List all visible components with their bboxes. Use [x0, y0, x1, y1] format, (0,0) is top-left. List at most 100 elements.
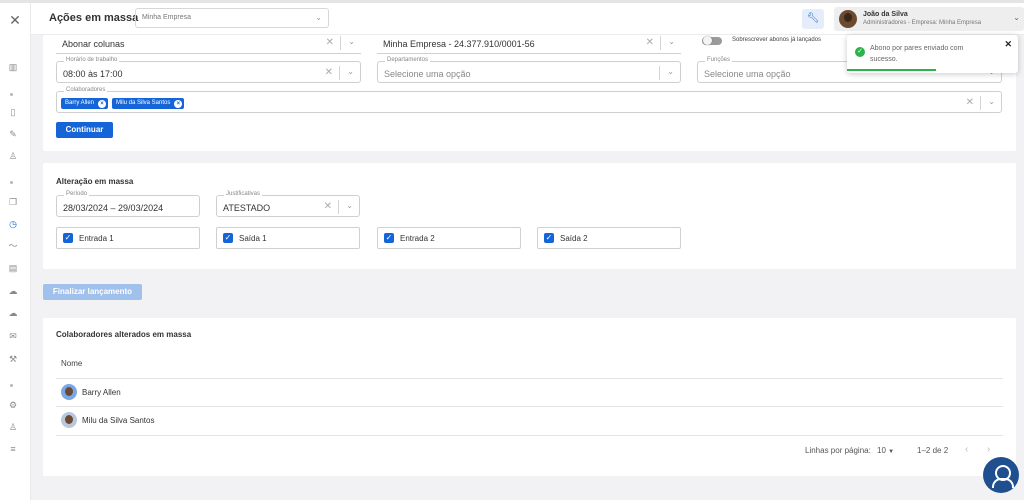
checkbox-saida-1[interactable]: ✓ Saída 1 — [216, 227, 360, 249]
caret-down-icon: ▼ — [888, 449, 895, 455]
table-divider — [56, 378, 1003, 379]
pagination-range: 1–2 de 2 — [917, 446, 949, 455]
chip-remove-icon[interactable]: × — [174, 100, 183, 108]
copy-icon[interactable]: ❐ — [6, 196, 20, 208]
table-divider — [56, 406, 1003, 407]
select-separator — [340, 36, 341, 50]
company-select-value: Minha Empresa — [142, 14, 192, 21]
wrench-icon: 🔧︎ — [806, 13, 820, 24]
cloud-download-icon[interactable]: ☁ — [6, 307, 20, 319]
abonar-value: Abonar colunas — [62, 39, 125, 49]
avatar — [839, 10, 857, 28]
continuar-button[interactable]: Continuar — [56, 122, 113, 138]
abonar-select[interactable]: Abonar colunas ✕ ⌄ — [56, 32, 361, 54]
sidebar-separator-dot — [10, 93, 13, 96]
periodo-label: Período — [64, 191, 90, 197]
checkbox-checked-icon: ✓ — [544, 233, 554, 243]
chevron-left-icon[interactable]: ‹ — [965, 444, 968, 455]
user-role: Administradores - Empresa: Minha Empresa — [863, 20, 982, 26]
toast-message: Abono por pares enviado com sucesso. — [870, 45, 964, 63]
funcoes-placeholder: Selecione uma opção — [704, 69, 791, 79]
clock-icon[interactable]: ◷ — [6, 218, 20, 230]
chip-label: Milu da Silva Santos — [116, 100, 171, 106]
checkbox-checked-icon: ✓ — [223, 233, 233, 243]
sobrescrever-label: Sobrescrever abonos já lançados — [732, 37, 822, 43]
user-icon[interactable]: ♙ — [6, 150, 20, 162]
pen-icon[interactable]: ✎ — [6, 128, 20, 140]
chip-label: Barry Allen — [65, 100, 95, 106]
clear-icon[interactable]: ✕ — [325, 67, 333, 78]
departamentos-label: Departamentos — [385, 57, 431, 63]
checkbox-label: Entrada 1 — [79, 234, 114, 243]
chevron-down-icon: ⌄ — [1013, 13, 1020, 22]
checkbox-label: Entrada 2 — [400, 234, 435, 243]
chevron-right-icon[interactable]: › — [987, 444, 990, 455]
mail-icon[interactable]: ✉ — [6, 330, 20, 342]
success-toast: ✓ Abono por pares enviado com sucesso. ✕ — [847, 35, 1018, 73]
column-header-nome[interactable]: Nome — [61, 359, 82, 368]
checkbox-saida-2[interactable]: ✓ Saída 2 — [537, 227, 681, 249]
rows-per-page-select[interactable]: 10 ▼ — [877, 446, 894, 455]
gear-icon[interactable]: ⚙ — [6, 399, 20, 411]
empresa-select[interactable]: Minha Empresa - 24.377.910/0001-56 ✕ ⌄ — [377, 32, 681, 54]
chevron-down-icon: ⌄ — [315, 13, 322, 22]
departamentos-select[interactable]: Departamentos Selecione uma opção ⌄ — [377, 57, 681, 83]
chevron-down-icon[interactable]: ⌄ — [346, 201, 353, 210]
chip-remove-icon[interactable]: × — [98, 100, 107, 108]
close-icon[interactable]: ✕ — [1004, 39, 1012, 50]
wrench-icon[interactable]: ⚒ — [6, 353, 20, 365]
chart-icon[interactable]: ▥ — [6, 61, 20, 73]
chevron-down-icon[interactable]: ⌄ — [347, 67, 354, 76]
close-icon[interactable]: ✕ — [7, 12, 23, 28]
toast-progress-bar — [847, 69, 936, 71]
checkbox-label: Saída 1 — [239, 234, 267, 243]
document-icon[interactable]: ▯ — [6, 106, 20, 118]
sidebar: ✕ ▥ ▯ ✎ ♙ ❐ ◷ 〜 ▤ ☁ ☁ ✉ ⚒ ⚙ ♙ ≡ — [0, 3, 31, 500]
periodo-value: 28/03/2024 – 29/03/2024 — [63, 203, 164, 213]
horario-value: 08:00 às 17:00 — [63, 69, 123, 79]
sidebar-separator-dot — [10, 181, 13, 184]
chevron-down-icon[interactable]: ⌄ — [668, 37, 675, 46]
page-title: Ações em massa — [49, 12, 139, 24]
colaboradores-select[interactable]: Colaboradores Barry Allen × Milu da Silv… — [56, 87, 1002, 113]
checkbox-label: Saída 2 — [560, 234, 588, 243]
checkbox-checked-icon: ✓ — [384, 233, 394, 243]
user-menu[interactable]: João da Silva Administradores - Empresa:… — [834, 7, 1024, 31]
clear-icon[interactable]: ✕ — [326, 37, 334, 48]
finalizar-button[interactable]: Finalizar lançamento — [43, 284, 142, 300]
select-separator — [980, 96, 981, 110]
clear-icon[interactable]: ✕ — [966, 97, 974, 108]
table-title: Colaboradores alterados em massa — [56, 330, 192, 339]
checkbox-entrada-1[interactable]: ✓ Entrada 1 — [56, 227, 200, 249]
cloud-upload-icon[interactable]: ☁ — [6, 285, 20, 297]
table-divider — [56, 435, 1003, 436]
trend-icon[interactable]: 〜 — [6, 240, 20, 252]
chevron-down-icon[interactable]: ⌄ — [667, 67, 674, 76]
help-support-icon[interactable] — [983, 457, 1019, 493]
justificativas-select[interactable]: Justificativas ATESTADO ✕ ⌄ — [216, 191, 360, 217]
sobrescrever-toggle[interactable] — [702, 36, 722, 45]
select-separator — [659, 66, 660, 80]
alteracao-title: Alteração em massa — [56, 177, 134, 186]
avatar — [61, 412, 77, 428]
user-settings-icon[interactable]: ♙ — [6, 421, 20, 433]
clear-icon[interactable]: ✕ — [324, 201, 332, 212]
wrench-button[interactable]: 🔧︎ — [802, 9, 824, 29]
list-check-icon[interactable]: ≡ — [6, 443, 20, 455]
rows-per-page-value: 10 — [877, 446, 886, 455]
message-icon[interactable]: ▤ — [6, 262, 20, 274]
select-separator — [339, 66, 340, 80]
empresa-value: Minha Empresa - 24.377.910/0001-56 — [383, 39, 535, 49]
row-name: Milu da Silva Santos — [82, 416, 155, 425]
chip-barry-allen: Barry Allen × — [61, 98, 109, 109]
clear-icon[interactable]: ✕ — [646, 37, 654, 48]
company-select[interactable]: Minha Empresa ⌄ — [135, 8, 329, 28]
periodo-field[interactable]: Período 28/03/2024 – 29/03/2024 — [56, 191, 200, 217]
checkbox-checked-icon: ✓ — [63, 233, 73, 243]
chevron-down-icon[interactable]: ⌄ — [348, 37, 355, 46]
row-name: Barry Allen — [82, 388, 121, 397]
chevron-down-icon[interactable]: ⌄ — [988, 97, 995, 106]
justificativas-label: Justificativas — [224, 191, 263, 197]
checkbox-entrada-2[interactable]: ✓ Entrada 2 — [377, 227, 521, 249]
horario-select[interactable]: Horário de trabalho 08:00 às 17:00 ✕ ⌄ — [56, 57, 361, 83]
